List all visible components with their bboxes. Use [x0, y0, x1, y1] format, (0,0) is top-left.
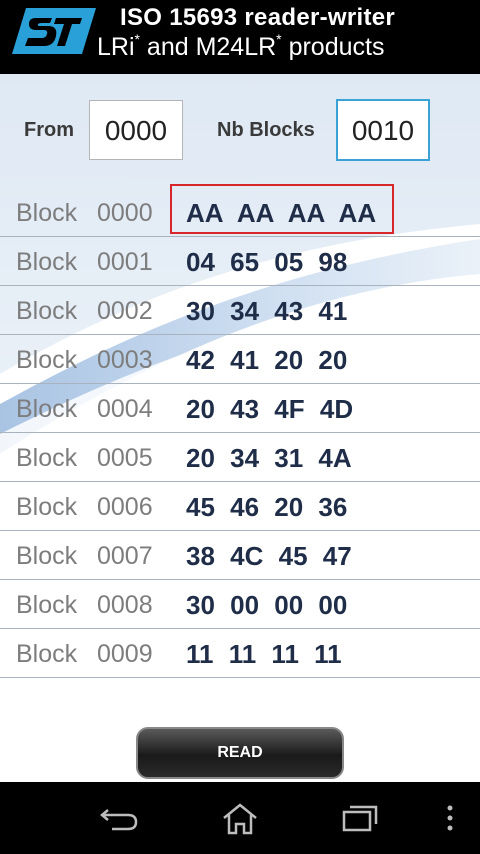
nb-blocks-input[interactable]: 0010 [336, 99, 430, 161]
block-row[interactable]: Block 0003 42 41 20 20 [0, 335, 480, 384]
block-label: Block [16, 493, 78, 521]
read-button[interactable]: READ [136, 727, 344, 779]
block-data: 42 41 20 20 [186, 345, 348, 375]
block-label: Block [16, 248, 78, 276]
header-product-lri: LRi [97, 33, 135, 61]
block-data: 04 65 05 98 [186, 247, 348, 277]
block-data: 11 11 11 11 [186, 639, 342, 669]
block-number: 0009 [97, 640, 153, 668]
block-row[interactable]: Block 0004 20 43 4F 4D [0, 384, 480, 433]
block-number: 0000 [97, 199, 153, 227]
block-number: 0005 [97, 444, 153, 472]
block-label: Block [16, 395, 78, 423]
st-logo [12, 8, 96, 54]
block-list: Block 0000 AA AA AA AA Block 0001 04 65 05 9… [0, 188, 480, 678]
system-nav-bar [0, 782, 480, 854]
block-label: Block [16, 199, 78, 227]
recent-apps-icon[interactable] [340, 802, 380, 834]
header-title-line2: LRi* and M24LR* products [97, 31, 385, 62]
main-content: From 0000 Nb Blocks 0010 Block 0000 AA AA … [0, 74, 480, 782]
block-number: 0004 [97, 395, 153, 423]
overflow-menu-icon[interactable] [444, 802, 456, 834]
block-number: 0001 [97, 248, 153, 276]
block-row[interactable]: Block 0005 20 34 31 4A [0, 433, 480, 482]
block-data: 20 43 4F 4D [186, 394, 354, 424]
block-label: Block [16, 346, 78, 374]
home-icon[interactable] [220, 802, 260, 836]
block-data: 30 34 43 41 [186, 296, 348, 326]
block-label: Block [16, 444, 78, 472]
selection-highlight [170, 184, 394, 234]
block-row[interactable]: Block 0001 04 65 05 98 [0, 237, 480, 286]
asterisk-mark: * [276, 31, 282, 47]
block-row[interactable]: Block 0002 30 34 43 41 [0, 286, 480, 335]
block-row[interactable]: Block 0008 30 00 00 00 [0, 580, 480, 629]
block-row[interactable]: Block 0007 38 4C 45 47 [0, 531, 480, 580]
nb-blocks-label: Nb Blocks [217, 119, 315, 141]
block-data: 30 00 00 00 [186, 590, 348, 620]
block-row[interactable]: Block 0006 45 46 20 36 [0, 482, 480, 531]
block-label: Block [16, 542, 78, 570]
block-data: 38 4C 45 47 [186, 541, 352, 571]
header-title-line1: ISO 15693 reader-writer [120, 4, 396, 31]
header-products-suffix: products [281, 33, 385, 61]
from-input[interactable]: 0000 [89, 100, 183, 160]
block-number: 0003 [97, 346, 153, 374]
block-data: 20 34 31 4A [186, 443, 352, 473]
block-number: 0008 [97, 591, 153, 619]
app-header: ISO 15693 reader-writer LRi* and M24LR* … [0, 0, 480, 74]
block-data: 45 46 20 36 [186, 492, 348, 522]
block-label: Block [16, 591, 78, 619]
block-number: 0007 [97, 542, 153, 570]
back-icon[interactable] [98, 802, 142, 834]
from-label: From [24, 119, 74, 141]
block-row[interactable]: Block 0009 11 11 11 11 [0, 629, 480, 678]
header-product-m24lr: and M24LR [139, 33, 277, 61]
block-label: Block [16, 297, 78, 325]
block-label: Block [16, 640, 78, 668]
asterisk-mark: * [134, 31, 140, 47]
block-number: 0002 [97, 297, 153, 325]
block-number: 0006 [97, 493, 153, 521]
